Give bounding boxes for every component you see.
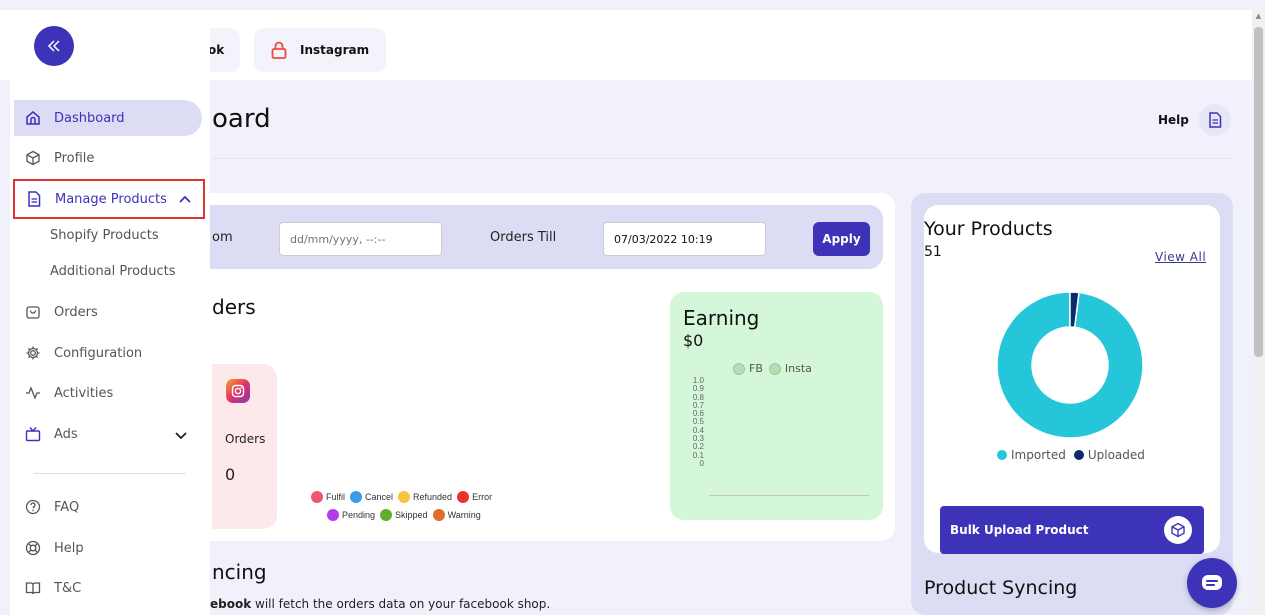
tab-facebook-label: ok [208, 43, 225, 57]
orders-till-input[interactable] [603, 222, 766, 256]
orders-legend-row-2: Pending Skipped Warning [327, 509, 486, 521]
sidebar-item-configuration[interactable]: Configuration [14, 335, 142, 371]
syncing-description: ebook will fetch the orders data on your… [210, 597, 551, 611]
sidebar-item-tnc[interactable]: T&C [14, 570, 81, 606]
tab-instagram-label: Instagram [300, 43, 370, 57]
header-divider [212, 158, 1232, 159]
document-icon [25, 190, 43, 208]
sidebar-item-label: Orders [54, 304, 98, 320]
sidebar-item-label: Ads [54, 426, 78, 442]
help-label: Help [1158, 113, 1189, 127]
legend-insta[interactable]: Insta [768, 362, 812, 375]
lock-icon [264, 41, 294, 59]
product-syncing-title: Product Syncing [924, 577, 1078, 599]
sidebar-item-manage-products[interactable]: Manage Products [13, 179, 205, 219]
question-circle-icon [24, 498, 42, 516]
collapse-sidebar-button[interactable] [34, 26, 74, 66]
instagram-icon [226, 379, 250, 403]
instagram-orders-value: 0 [225, 465, 236, 484]
lifebuoy-icon [24, 539, 42, 557]
earning-y-axis: 1.0 0.9 0.8 0.7 0.6 0.5 0.4 0.3 0.2 0.1 … [668, 376, 704, 468]
page-title: oard [212, 104, 271, 134]
earning-x-axis [709, 495, 869, 496]
sidebar-divider [34, 473, 186, 474]
legend-error[interactable]: Error [457, 491, 492, 503]
book-icon [24, 579, 42, 597]
legend-imported[interactable]: Imported [997, 448, 1066, 462]
chat-button[interactable] [1187, 558, 1237, 608]
y-tick: 0 [699, 458, 704, 468]
products-legend: Imported Uploaded [997, 448, 1153, 462]
sidebar-item-label: Configuration [54, 345, 143, 361]
sidebar-item-profile[interactable]: Profile [14, 140, 94, 176]
chevron-up-icon [179, 192, 191, 207]
instagram-orders-label: Orders [225, 432, 266, 446]
sidebar-subitem-additional-products[interactable]: Additional Products [50, 264, 176, 279]
sidebar-item-label: Activities [54, 385, 114, 401]
products-donut-chart [997, 292, 1143, 438]
legend-warning[interactable]: Warning [432, 509, 481, 521]
apply-button[interactable]: Apply [813, 222, 870, 256]
chevron-down-icon [175, 429, 187, 444]
sidebar-item-label: T&C [54, 580, 82, 596]
bulk-upload-button[interactable]: Bulk Upload Product [940, 506, 1204, 554]
legend-uploaded[interactable]: Uploaded [1073, 448, 1145, 462]
tv-icon [24, 425, 42, 443]
legend-fulfil[interactable]: Fulfil [311, 491, 345, 503]
chat-icon [1202, 575, 1222, 590]
sidebar-item-label: FAQ [54, 499, 80, 515]
earning-title: Earning [683, 306, 760, 330]
activity-icon [24, 384, 42, 402]
sidebar-item-label: Manage Products [55, 191, 167, 207]
orders-title: ders [212, 295, 256, 319]
scroll-up-arrow-icon[interactable]: ▲ [1254, 12, 1263, 22]
earning-legend: FB Insta [733, 362, 818, 375]
products-count: 51 [924, 244, 942, 260]
sidebar-item-label: Profile [54, 150, 95, 166]
view-all-link[interactable]: View All [1155, 250, 1206, 264]
legend-pending[interactable]: Pending [327, 509, 375, 521]
sidebar-item-orders[interactable]: Orders [14, 294, 98, 330]
syncing-title: ncing [212, 560, 267, 584]
sidebar-subitem-shopify-products[interactable]: Shopify Products [50, 228, 159, 243]
legend-refunded[interactable]: Refunded [398, 491, 452, 503]
y-tick: 0.1 [692, 450, 704, 460]
help-link[interactable]: Help [1158, 104, 1231, 136]
legend-skipped[interactable]: Skipped [380, 509, 428, 521]
sidebar-item-activities[interactable]: Activities [14, 375, 113, 411]
scrollbar-thumb[interactable] [1254, 27, 1263, 357]
sidebar-item-faq[interactable]: FAQ [14, 489, 79, 525]
document-icon[interactable] [1198, 104, 1231, 136]
orders-till-label: Orders Till [490, 230, 557, 245]
shopping-bag-icon [24, 303, 42, 321]
orders-from-input[interactable] [279, 222, 442, 256]
tab-instagram[interactable]: Instagram [254, 28, 386, 72]
bulk-upload-label: Bulk Upload Product [950, 523, 1089, 537]
double-chevron-left-icon [47, 40, 60, 52]
home-icon [24, 109, 42, 127]
orders-from-label: om [212, 230, 233, 245]
legend-fb[interactable]: FB [733, 362, 763, 375]
products-title: Your Products [924, 218, 1053, 240]
sidebar-item-label: Dashboard [54, 110, 125, 126]
cube-icon [24, 149, 42, 167]
sidebar-item-dashboard[interactable]: Dashboard [14, 100, 202, 136]
sidebar-item-help[interactable]: Help [14, 530, 84, 566]
legend-cancel[interactable]: Cancel [350, 491, 393, 503]
sidebar-item-ads[interactable]: Ads [14, 416, 194, 452]
box-icon [1164, 516, 1192, 544]
orders-legend-row-1: Fulfil Cancel Refunded Error [311, 491, 497, 503]
gear-icon [24, 344, 42, 362]
sidebar-item-label: Help [54, 540, 84, 556]
earning-value: $0 [683, 331, 704, 350]
